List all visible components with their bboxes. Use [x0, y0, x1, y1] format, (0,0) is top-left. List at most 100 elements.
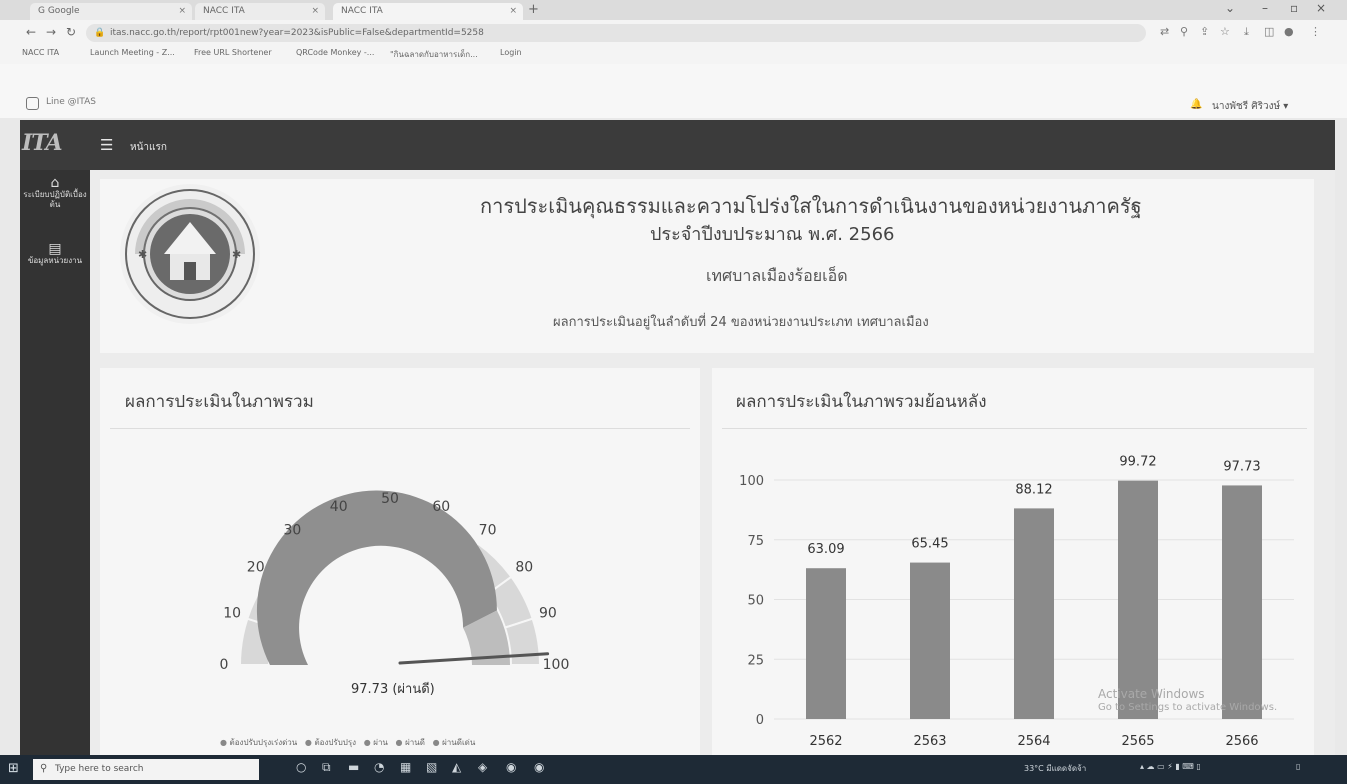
bar-value-label: 88.12: [1015, 482, 1052, 497]
file-explorer-icon[interactable]: ▬: [348, 760, 359, 774]
store-icon[interactable]: ▦: [400, 760, 411, 774]
gauge-tick-label: 100: [543, 657, 570, 673]
url-field[interactable]: itas.nacc.go.th/report/rpt001new?year=20…: [86, 24, 1146, 42]
user-menu[interactable]: นางพัชรี ศิริวงษ์ ▾: [1212, 99, 1288, 114]
chevron-down-icon[interactable]: ⌄: [1225, 1, 1235, 15]
gauge-value: 97.73 (ผ่านดี): [351, 682, 435, 697]
system-tray-icons[interactable]: ▴ ☁ ▭ ⚡ ▮ ⌨ ▯: [1140, 762, 1201, 771]
browser-tab[interactable]: NACC ITA ×: [195, 3, 325, 20]
fiscal-year: ประจำปีงบประมาณ พ.ศ. 2566: [650, 224, 895, 245]
reload-icon[interactable]: ↻: [66, 25, 76, 39]
municipality-seal: ✱ ✱: [120, 184, 260, 324]
taskbar-search[interactable]: Type here to search: [33, 759, 259, 780]
user-name: นางพัชรี ศิริวงษ์: [1212, 101, 1281, 112]
bar[interactable]: [1014, 508, 1054, 719]
gauge-tick-label: 30: [284, 523, 302, 539]
clock[interactable]: ▯: [1296, 762, 1300, 771]
browser-tab[interactable]: G Google ×: [30, 3, 192, 20]
line-link[interactable]: Line @ITAS: [46, 97, 96, 107]
gauge-tick-label: 0: [220, 657, 229, 673]
divider: [110, 428, 690, 429]
nav-home-link[interactable]: หน้าแรก: [130, 140, 167, 155]
tab-label: NACC ITA: [341, 6, 383, 16]
search-placeholder: Type here to search: [55, 764, 144, 774]
bookmark-item[interactable]: NACC ITA: [22, 48, 59, 57]
chrome-icon[interactable]: ◉: [534, 760, 544, 774]
translate-icon[interactable]: ⇄: [1160, 25, 1169, 38]
svg-text:✱: ✱: [138, 248, 147, 261]
line-icon[interactable]: [26, 97, 39, 110]
tab-label: G Google: [38, 6, 80, 16]
star-icon[interactable]: ☆: [1220, 25, 1230, 38]
home-icon: ⌂: [50, 175, 60, 191]
legend-dot: ●: [432, 738, 440, 747]
ita-logo[interactable]: ITA: [22, 130, 63, 156]
browser-tab-active[interactable]: NACC ITA ×: [333, 3, 523, 20]
task-view-icon[interactable]: ⧉: [322, 760, 331, 775]
windows-start-icon[interactable]: ⊞: [8, 761, 19, 776]
legend-dot: ●: [395, 738, 403, 747]
divider: [722, 428, 1307, 429]
legend-pass: ผ่าน: [373, 738, 388, 747]
gauge-tick-label: 90: [539, 606, 557, 622]
gauge-tick-label: 60: [432, 499, 450, 515]
cortana-icon[interactable]: ○: [296, 760, 306, 774]
gauge-inner-band: [256, 490, 497, 665]
history-title: ผลการประเมินในภาพรวมย้อนหลัง: [736, 392, 987, 412]
y-tick-label: 50: [747, 594, 764, 609]
x-tick-label: 2562: [809, 734, 842, 749]
bookmark-item[interactable]: Launch Meeting - Z...: [90, 48, 175, 57]
sidebar-item-agency-info[interactable]: ▤ ข้อมูลหน่วยงาน: [20, 242, 90, 266]
forward-icon[interactable]: →: [46, 25, 56, 39]
photos-icon[interactable]: ◭: [452, 760, 461, 774]
edge-icon[interactable]: ◔: [374, 760, 384, 774]
menu-icon[interactable]: ⋮: [1310, 25, 1321, 38]
chrome-icon[interactable]: ◉: [506, 760, 516, 774]
legend-good: ผ่านดี: [405, 738, 425, 747]
bookmark-item[interactable]: Login: [500, 48, 522, 57]
legend-excellent: ผ่านดีเด่น: [442, 738, 476, 747]
svg-text:✱: ✱: [232, 248, 241, 261]
restore-icon[interactable]: ▫: [1290, 1, 1298, 15]
lock-icon[interactable]: 🔒: [94, 24, 105, 42]
close-tab-icon[interactable]: ×: [311, 3, 319, 20]
profile-icon[interactable]: ●: [1284, 25, 1294, 38]
new-tab-icon[interactable]: +: [528, 2, 539, 17]
close-window-icon[interactable]: ×: [1316, 1, 1326, 15]
side-panel-icon[interactable]: ◫: [1264, 25, 1274, 38]
sidebar-item-guidelines[interactable]: ⌂ ระเบียบปฏิบัติเบื้องต้น: [20, 175, 90, 210]
back-icon[interactable]: ←: [26, 25, 36, 39]
download-icon[interactable]: ⤓: [1244, 25, 1249, 39]
app-icon[interactable]: ◈: [478, 760, 487, 774]
bar[interactable]: [910, 562, 950, 719]
watermark-line2: Go to Settings to activate Windows.: [1098, 702, 1278, 713]
close-tab-icon[interactable]: ×: [178, 3, 186, 20]
bookmark-item[interactable]: Free URL Shortener: [194, 48, 272, 57]
bar[interactable]: [806, 568, 846, 719]
bar[interactable]: [1222, 485, 1262, 719]
gauge-tick-label: 50: [381, 491, 399, 507]
gauge-legend: ● ต้องปรับปรุงเร่งด่วน ● ต้องปรับปรุง ● …: [220, 736, 475, 749]
gauge-outer-segment: [503, 617, 542, 666]
zoom-icon[interactable]: ⚲: [1180, 25, 1188, 38]
legend-dot: ●: [220, 738, 227, 747]
close-tab-icon[interactable]: ×: [509, 3, 517, 20]
gauge-tick-label: 40: [330, 499, 348, 515]
minimize-icon[interactable]: –: [1262, 1, 1268, 15]
search-icon: ⚲: [40, 763, 48, 774]
gauge-tick-label: 70: [479, 523, 497, 539]
bookmark-item[interactable]: "กินฉลาดกับอาหารเด็ก...: [390, 48, 478, 61]
weather-widget[interactable]: 33°C มีแดดจัดจ้า: [1024, 762, 1086, 775]
page-top-strip: [0, 64, 1347, 118]
hamburger-icon[interactable]: ☰: [100, 136, 113, 154]
overall-title: ผลการประเมินในภาพรวม: [125, 392, 314, 412]
word-icon[interactable]: ▧: [426, 760, 437, 774]
bell-icon[interactable]: 🔔: [1190, 99, 1202, 110]
share-icon[interactable]: ⇪: [1200, 25, 1209, 38]
x-tick-label: 2563: [913, 734, 946, 749]
bookmark-item[interactable]: QRCode Monkey -...: [296, 48, 374, 57]
legend-urgent: ต้องปรับปรุงเร่งด่วน: [229, 738, 298, 747]
bar[interactable]: [1118, 480, 1158, 719]
x-tick-label: 2564: [1017, 734, 1050, 749]
bar-value-label: 99.72: [1119, 455, 1156, 470]
